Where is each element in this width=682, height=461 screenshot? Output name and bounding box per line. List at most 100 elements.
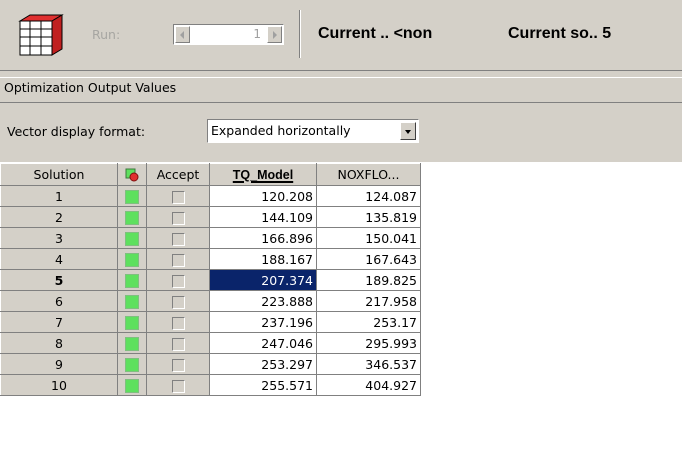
tq-model-cell[interactable]: 144.109 [209,206,317,228]
tq-model-cell[interactable]: 120.208 [209,185,317,207]
col-header-noxflo[interactable]: NOXFLO... [316,163,421,186]
status-cell [117,206,147,228]
noxflo-cell[interactable]: 189.825 [316,269,421,291]
accept-checkbox[interactable] [171,358,185,372]
row-header[interactable]: 4 [0,248,118,270]
run-spinner[interactable]: 1 [173,24,284,45]
status-indicator [125,336,139,351]
run-label: Run: [92,27,121,42]
accept-cell[interactable] [146,353,210,375]
accept-checkbox[interactable] [171,379,185,393]
status-indicator [125,189,139,204]
status-indicator [125,315,139,330]
tq-model-cell[interactable]: 253.297 [209,353,317,375]
noxflo-cell[interactable]: 295.993 [316,332,421,354]
status-indicator [125,252,139,267]
noxflo-cell[interactable]: 135.819 [316,206,421,228]
row-header[interactable]: 2 [0,206,118,228]
row-header[interactable]: 10 [0,374,118,396]
tq-model-cell[interactable]: 188.167 [209,248,317,270]
accept-cell[interactable] [146,206,210,228]
table-row[interactable]: 3 166.896 150.041 [0,227,421,249]
noxflo-cell[interactable]: 217.958 [316,290,421,312]
tq-model-cell-selected[interactable]: 207.374 [209,269,317,291]
table-row[interactable]: 8 247.046 295.993 [0,332,421,354]
col-header-solution[interactable]: Solution [0,163,118,186]
accept-checkbox[interactable] [171,316,185,330]
status-indicator [125,231,139,246]
status-cell [117,311,147,333]
accept-cell[interactable] [146,248,210,270]
accept-cell[interactable] [146,374,210,396]
table-row[interactable]: 1 120.208 124.087 [0,185,421,207]
noxflo-cell[interactable]: 346.537 [316,353,421,375]
table-row[interactable]: 6 223.888 217.958 [0,290,421,312]
accept-cell[interactable] [146,269,210,291]
table-row[interactable]: 9 253.297 346.537 [0,353,421,375]
accept-cell[interactable] [146,332,210,354]
spinner-right-button[interactable] [267,26,282,43]
grid-header-row: Solution Accept TQ_Model NOXFLO... [0,163,421,186]
status-indicator [125,357,139,372]
row-header[interactable]: 8 [0,332,118,354]
accept-checkbox[interactable] [171,232,185,246]
row-header[interactable]: 1 [0,185,118,207]
spinner-left-button[interactable] [175,26,190,43]
row-header[interactable]: 7 [0,311,118,333]
row-header[interactable]: 3 [0,227,118,249]
accept-checkbox[interactable] [171,337,185,351]
status-cell [117,353,147,375]
tq-model-cell[interactable]: 166.896 [209,227,317,249]
vector-format-select[interactable]: Expanded horizontally [207,119,419,143]
row-header[interactable]: 5 [0,269,118,291]
output-values-grid: Solution Accept TQ_Model NOXFLO... 1 120… [0,163,421,396]
toolbar: Run: 1 Current .. <non Current so.. 5 [0,0,682,70]
table-row[interactable]: 10 255.571 404.927 [0,374,421,396]
accept-checkbox[interactable] [171,211,185,225]
tq-model-cell[interactable]: 237.196 [209,311,317,333]
row-header[interactable]: 9 [0,353,118,375]
accept-checkbox[interactable] [171,190,185,204]
status-cell [117,227,147,249]
accept-checkbox[interactable] [171,253,185,267]
accept-checkbox[interactable] [171,295,185,309]
accept-checkbox[interactable] [171,274,185,288]
toolbar-separator [299,10,301,58]
accept-cell[interactable] [146,227,210,249]
table-row[interactable]: 7 237.196 253.17 [0,311,421,333]
noxflo-cell[interactable]: 150.041 [316,227,421,249]
tq-model-cell[interactable]: 255.571 [209,374,317,396]
col-header-accept[interactable]: Accept [146,163,210,186]
status-indicator [125,210,139,225]
accept-cell[interactable] [146,290,210,312]
chevron-right-icon [273,31,277,39]
status-indicator [125,294,139,309]
panel-header: Optimization Output Values [0,70,682,103]
col-header-status[interactable] [117,163,147,186]
status-cell [117,185,147,207]
vector-format-value: Expanded horizontally [211,123,351,138]
status-cell [117,332,147,354]
table-row[interactable]: 2 144.109 135.819 [0,206,421,228]
accept-cell[interactable] [146,311,210,333]
noxflo-cell[interactable]: 124.087 [316,185,421,207]
tq-model-cell[interactable]: 247.046 [209,332,317,354]
noxflo-cell[interactable]: 167.643 [316,248,421,270]
table-view-icon[interactable] [14,13,64,57]
noxflo-cell[interactable]: 253.17 [316,311,421,333]
row-header[interactable]: 6 [0,290,118,312]
current-optimization-label: Current .. <non [318,25,433,42]
vector-format-label: Vector display format: [7,124,146,139]
status-cell [117,290,147,312]
table-row[interactable]: 4 188.167 167.643 [0,248,421,270]
tq-model-cell[interactable]: 223.888 [209,290,317,312]
col-header-tq-model[interactable]: TQ_Model [209,163,317,186]
panel-title: Optimization Output Values [4,80,177,95]
noxflo-cell[interactable]: 404.927 [316,374,421,396]
dropdown-button[interactable] [400,122,416,140]
status-indicator [125,378,139,393]
chevron-left-icon [180,31,184,39]
table-row-selected[interactable]: 5 207.374 189.825 [0,269,421,291]
status-cell [117,374,147,396]
accept-cell[interactable] [146,185,210,207]
